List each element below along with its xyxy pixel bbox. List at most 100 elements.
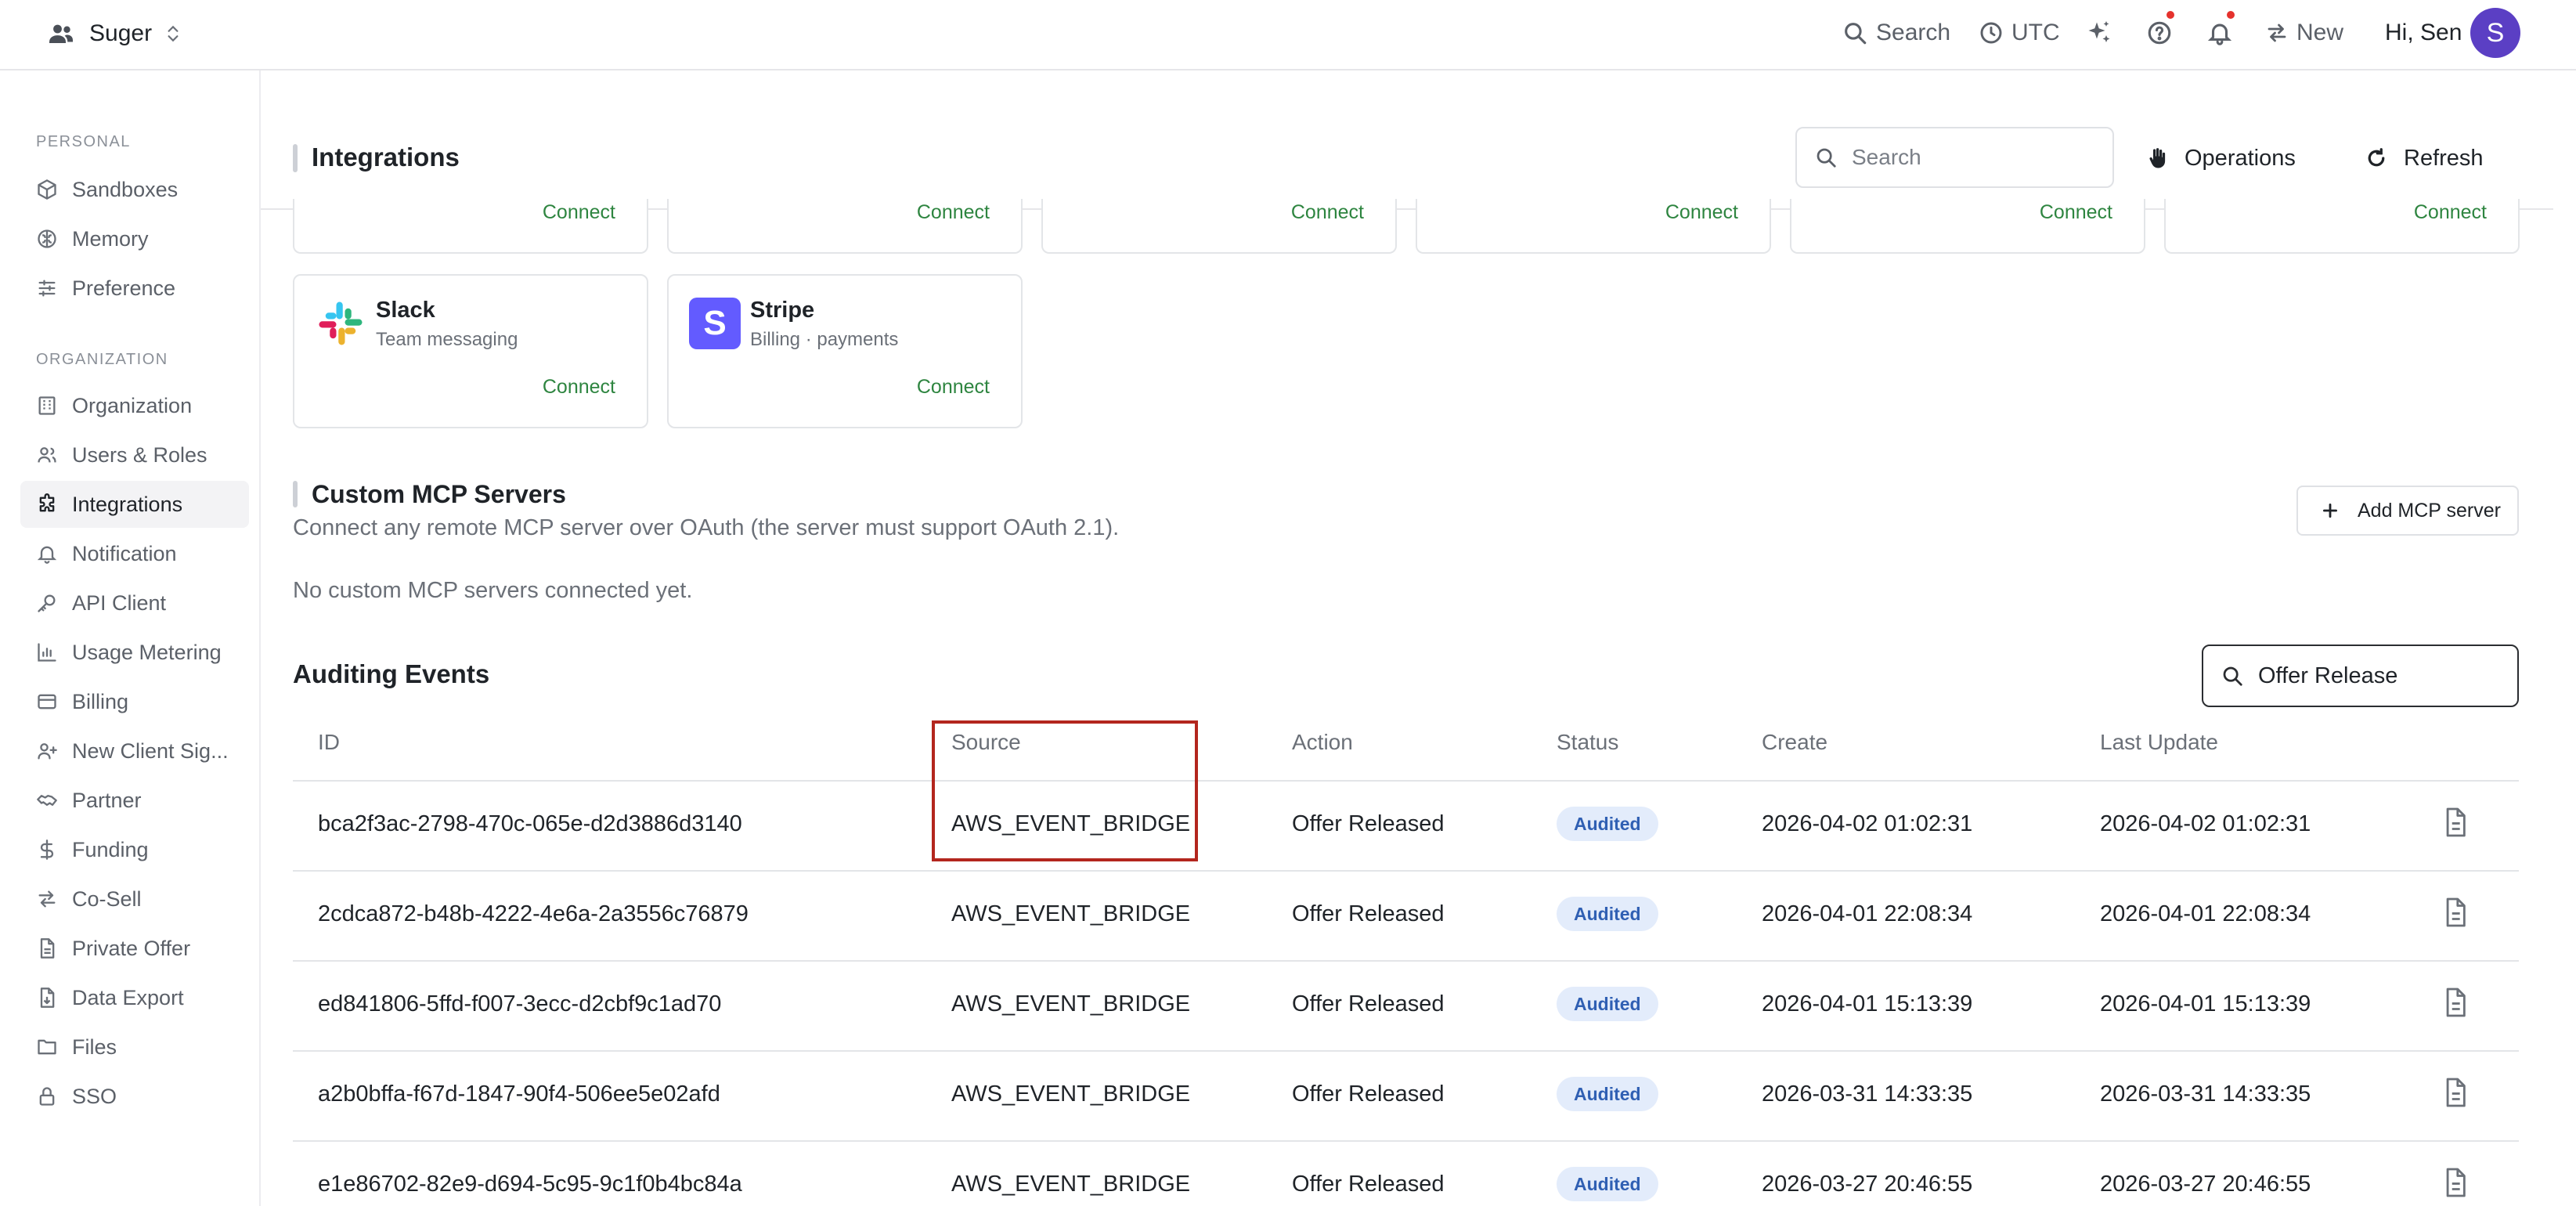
cell-source: AWS_EVENT_BRIDGE [951, 901, 1191, 926]
cell-source: AWS_EVENT_BRIDGE [951, 991, 1191, 1016]
sidebar-item-users-roles[interactable]: Users & Roles [20, 431, 249, 478]
sidebar-section-organization: ORGANIZATION [36, 351, 168, 368]
help-button[interactable] [2146, 9, 2176, 50]
sidebar-item-label: Notification [72, 541, 177, 565]
sidebar-item-label: Partner [72, 788, 142, 812]
cell-id: a2b0bffa-f67d-1847-90f4-506ee5e02afd [318, 1081, 720, 1107]
cell-last-update: 2026-04-02 01:02:31 [2100, 811, 2311, 836]
sidebar-item-sso[interactable]: SSO [20, 1073, 249, 1120]
notifications-button[interactable] [2206, 9, 2236, 50]
sidebar-item-funding[interactable]: Funding [20, 826, 249, 873]
integrations-search[interactable] [1795, 127, 2114, 188]
dollar-icon [40, 840, 54, 860]
sidebar-item-integrations[interactable]: Integrations [20, 481, 249, 528]
sidebar-item-files[interactable]: Files [20, 1024, 249, 1071]
cell-action: Offer Released [1292, 991, 1445, 1016]
avatar[interactable]: S [2470, 8, 2520, 58]
org-switcher[interactable]: Suger [47, 16, 183, 52]
add-mcp-server-button[interactable]: Add MCP server [2296, 486, 2519, 536]
cube-icon [38, 179, 56, 200]
connect-link[interactable]: Connect [543, 376, 615, 399]
document-icon[interactable] [2442, 1167, 2469, 1198]
connect-link[interactable]: Connect [1291, 201, 1364, 224]
cell-create: 2026-03-27 20:46:55 [1762, 1172, 1973, 1197]
document-icon[interactable] [2442, 1077, 2469, 1108]
document-icon[interactable] [2442, 987, 2469, 1018]
sidebar-item-co-sell[interactable]: Co-Sell [20, 876, 249, 923]
page-title: Integrations [312, 143, 460, 172]
mcp-accent-bar [293, 481, 298, 507]
greeting-text: Hi, Sen [2385, 20, 2462, 45]
operations-button[interactable]: Operations [2145, 132, 2296, 185]
sidebar-item-sandboxes[interactable]: Sandboxes [20, 166, 249, 213]
help-circle-icon [2148, 21, 2171, 45]
card-description: Team messaging [376, 329, 518, 350]
top-bar: Suger Search UTC New Hi, Sen S [0, 0, 2576, 70]
connect-link[interactable]: Connect [917, 376, 990, 399]
folder-icon [38, 1039, 56, 1055]
new-button[interactable]: New [2265, 16, 2343, 50]
refresh-label: Refresh [2404, 145, 2484, 171]
connect-link[interactable]: Connect [2040, 201, 2112, 224]
sidebar: PERSONAL Sandboxes Memory Preference ORG… [0, 70, 261, 1206]
arrows-exchange-icon [38, 890, 56, 908]
integrations-search-input[interactable] [1852, 145, 2087, 170]
card-name: Slack [376, 298, 435, 323]
document-icon[interactable] [2442, 897, 2469, 928]
connect-link[interactable]: Connect [2414, 201, 2487, 224]
connect-link[interactable]: Connect [543, 201, 615, 224]
refresh-button[interactable]: Refresh [2365, 132, 2484, 185]
status-badge: Audited [1557, 987, 1658, 1021]
table-row[interactable]: e1e86702-82e9-d694-5c95-9c1f0b4bc84a AWS… [293, 1142, 2519, 1206]
plus-icon [2323, 504, 2337, 518]
column-header-action[interactable]: Action [1292, 730, 1353, 755]
search-icon [1817, 148, 1836, 168]
cell-id: bca2f3ac-2798-470c-065e-d2d3886d3140 [318, 811, 742, 836]
cell-action: Offer Released [1292, 1081, 1445, 1107]
sidebar-item-preference[interactable]: Preference [20, 265, 249, 312]
sidebar-item-label: SSO [72, 1084, 117, 1108]
sliders-icon [38, 280, 56, 297]
global-search-button[interactable]: Search [1842, 16, 1950, 50]
source-column-highlight [932, 720, 1198, 861]
ai-assistant-button[interactable] [2085, 16, 2113, 50]
sidebar-item-api-client[interactable]: API Client [20, 580, 249, 626]
sidebar-item-label: Users & Roles [72, 442, 207, 467]
cell-action: Offer Released [1292, 901, 1445, 926]
clock-icon [1980, 22, 2002, 44]
timezone-button[interactable]: UTC [1979, 16, 2060, 50]
audit-search[interactable] [2202, 645, 2519, 707]
mcp-empty-state: No custom MCP servers connected yet. [293, 578, 693, 603]
cell-last-update: 2026-03-27 20:46:55 [2100, 1172, 2311, 1197]
sidebar-item-memory[interactable]: Memory [20, 215, 249, 262]
connect-link[interactable]: Connect [1665, 201, 1738, 224]
arrows-exchange-icon [2268, 23, 2286, 42]
document-icon [40, 938, 55, 959]
sidebar-item-private-offer[interactable]: Private Offer [20, 925, 249, 972]
sidebar-item-partner[interactable]: Partner [20, 777, 249, 824]
sidebar-item-notification[interactable]: Notification [20, 530, 249, 577]
column-header-last-update[interactable]: Last Update [2100, 730, 2218, 755]
bell-icon [2207, 23, 2232, 45]
title-accent-bar [293, 144, 298, 172]
sidebar-item-billing[interactable]: Billing [20, 678, 249, 725]
sidebar-item-data-export[interactable]: Data Export [20, 974, 249, 1021]
bar-chart-icon [38, 643, 56, 662]
column-header-id[interactable]: ID [318, 730, 340, 755]
cell-source: AWS_EVENT_BRIDGE [951, 1081, 1191, 1107]
table-row[interactable]: a2b0bffa-f67d-1847-90f4-506ee5e02afd AWS… [293, 1052, 2519, 1142]
audit-search-input[interactable] [2258, 663, 2509, 689]
sidebar-item-usage-metering[interactable]: Usage Metering [20, 629, 249, 676]
document-icon[interactable] [2442, 807, 2469, 838]
column-header-create[interactable]: Create [1762, 730, 1827, 755]
table-row[interactable]: bca2f3ac-2798-470c-065e-d2d3886d3140 AWS… [293, 782, 2519, 872]
lock-icon [39, 1087, 55, 1106]
status-badge: Audited [1557, 1077, 1658, 1111]
column-header-status[interactable]: Status [1557, 730, 1618, 755]
connect-link[interactable]: Connect [917, 201, 990, 224]
table-row[interactable]: ed841806-5ffd-f007-3ecc-d2cbf9c1ad70 AWS… [293, 962, 2519, 1052]
chevron-up-down-icon [168, 25, 179, 42]
sidebar-item-organization[interactable]: Organization [20, 382, 249, 429]
sidebar-item-new-client-signup[interactable]: New Client Sig... [20, 728, 249, 775]
table-row[interactable]: 2cdca872-b48b-4222-4e6a-2a3556c76879 AWS… [293, 872, 2519, 962]
